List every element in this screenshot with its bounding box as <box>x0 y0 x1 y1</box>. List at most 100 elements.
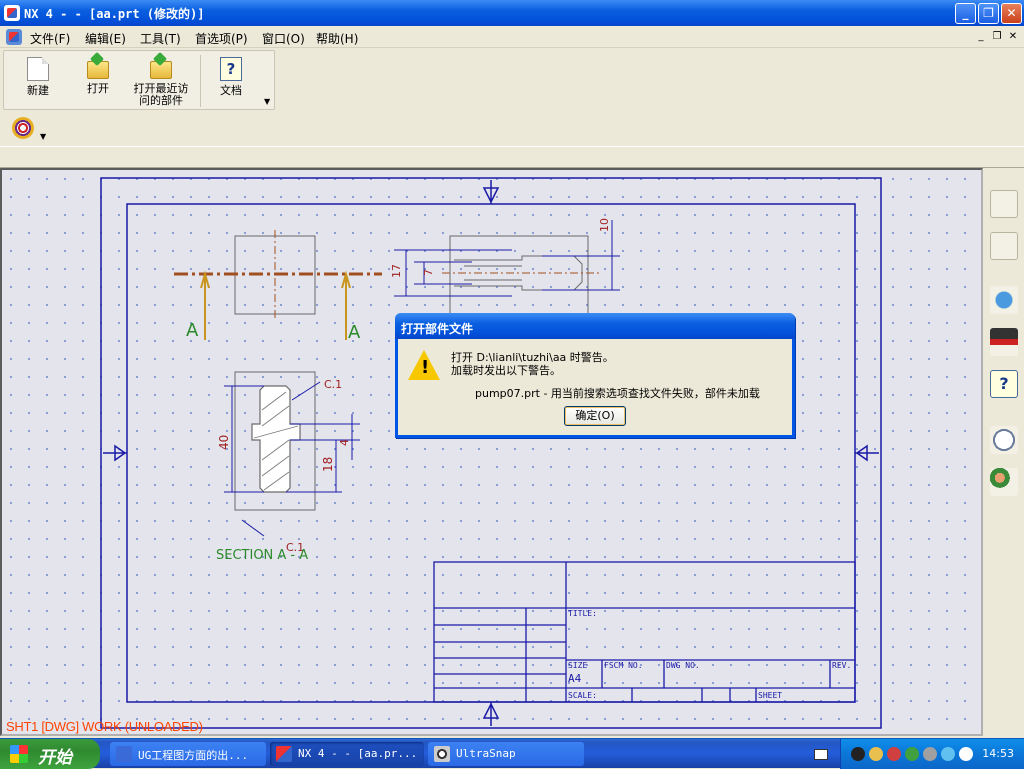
front-view: 17 7 10 <box>390 218 620 315</box>
drawing-sheet: TITLE: SIZE FSCM NO. DWG NO. REV. A 4 SCA… <box>100 177 882 729</box>
restore-button[interactable]: ❐ <box>978 3 999 24</box>
section-arrow-left-label: A <box>186 320 199 341</box>
menu-bar: 文件(F) 编辑(E) 工具(T) 首选项(P) 窗口(O) 帮助(H) _ ❐… <box>0 26 1024 48</box>
docs-label: 文档 <box>220 84 242 97</box>
toolbar-separator <box>200 55 201 107</box>
tb-scale-label: SCALE: <box>568 691 597 700</box>
doc-menu-icon[interactable] <box>6 29 22 45</box>
dim-40-label: 40 <box>217 435 231 450</box>
dialog-message-line2: 加载时发出以下警告。 <box>451 364 561 377</box>
center-mark-bottom <box>482 702 500 726</box>
menu-edit[interactable]: 编辑(E) <box>85 30 126 47</box>
windows-flag-icon <box>10 745 28 763</box>
task-nx4[interactable]: NX 4 - - [aa.pr... <box>270 742 424 766</box>
nx-app-icon[interactable] <box>4 5 20 21</box>
side-view: A A <box>174 230 382 343</box>
toolbar-dock-strip <box>0 146 1024 168</box>
close-button[interactable]: ✕ <box>1001 3 1022 24</box>
dim-17-label: 17 <box>390 264 403 278</box>
window-title: NX 4 - - [aa.prt (修改的)] <box>24 7 205 21</box>
recent-folder-icon <box>150 61 172 79</box>
toolbar-options-dropdown[interactable]: ▼ <box>264 97 270 106</box>
open-button[interactable]: 打开 <box>70 51 126 95</box>
start-button[interactable]: 开始 <box>0 739 100 769</box>
center-mark-left <box>103 444 127 462</box>
taskbar: 开始 UG工程图方面的出... NX 4 - - [aa.pr... Ultra… <box>0 738 1024 769</box>
tray-shield-icon[interactable] <box>923 747 937 761</box>
roles-icon[interactable] <box>990 468 1018 496</box>
menu-preferences[interactable]: 首选项(P) <box>195 30 248 47</box>
assembly-navigator-icon[interactable] <box>990 190 1018 218</box>
minimize-button[interactable]: _ <box>955 3 976 24</box>
tb-size-label: SIZE <box>568 661 587 670</box>
tray-user-icon[interactable] <box>869 747 883 761</box>
sheet-status: SHT1 [DWG] WORK (UNLOADED) <box>6 719 203 734</box>
tb-title-label: TITLE: <box>568 609 597 618</box>
dim-10-label: 10 <box>598 218 611 232</box>
documentation-button[interactable]: ? 文档 <box>204 51 258 97</box>
training-icon[interactable] <box>990 328 1018 356</box>
start-label: 开始 <box>38 748 72 767</box>
menu-file[interactable]: 文件(F) <box>30 30 70 47</box>
new-label: 新建 <box>27 84 49 97</box>
keyboard-icon[interactable] <box>814 749 828 760</box>
center-mark-right <box>855 444 879 462</box>
tb-sheet-label: SHEET <box>758 691 782 700</box>
system-tray: 14:53 <box>840 739 1024 769</box>
history-clock-icon[interactable] <box>990 426 1018 454</box>
help-icon[interactable]: ? <box>990 370 1018 398</box>
tray-ime-icon[interactable] <box>941 747 955 761</box>
open-folder-icon <box>87 61 109 79</box>
new-button[interactable]: 新建 <box>10 51 66 97</box>
inner-border <box>126 203 856 703</box>
task-ultrasnap[interactable]: UltraSnap <box>428 742 584 766</box>
tb-fscm-label: FSCM NO. <box>604 661 643 670</box>
task-ug-doc[interactable]: UG工程图方面的出... <box>110 742 266 766</box>
menu-tools[interactable]: 工具(T) <box>140 30 181 47</box>
open-part-warning-dialog: 打开部件文件 打开 D:\lianli\tuzhi\aa 时警告。 加载时发出以… <box>395 313 795 438</box>
tray-camera-icon[interactable] <box>851 747 865 761</box>
dim-18-label: 18 <box>321 457 335 472</box>
tray-network-icon[interactable] <box>905 747 919 761</box>
menu-help[interactable]: 帮助(H) <box>316 30 358 47</box>
open-label: 打开 <box>87 82 109 95</box>
dim-7-label: 7 <box>422 269 435 276</box>
task-label: UG工程图方面的出... <box>138 749 249 762</box>
center-mark-top <box>482 180 500 204</box>
toolbar-group: 新建 打开 打开最近访 问的部件 ? 文档 ▼ <box>3 50 275 110</box>
warning-icon <box>408 350 440 380</box>
menu-window[interactable]: 窗口(O) <box>262 30 305 47</box>
start-application-icon[interactable] <box>12 117 34 139</box>
open-recent-button[interactable]: 打开最近访 问的部件 <box>128 51 194 107</box>
tray-volume-icon[interactable] <box>959 747 973 761</box>
help-question-icon: ? <box>220 57 242 81</box>
new-file-icon <box>27 57 49 81</box>
graphics-window[interactable]: TITLE: SIZE FSCM NO. DWG NO. REV. A 4 SCA… <box>0 168 983 736</box>
nx-task-icon <box>276 746 292 762</box>
task-label: UltraSnap <box>456 747 516 760</box>
tray-audio-icon[interactable] <box>887 747 901 761</box>
web-browser-icon[interactable] <box>990 286 1018 314</box>
mdi-restore-button[interactable]: ❐ <box>990 31 1004 43</box>
task-label: NX 4 - - [aa.pr... <box>298 747 418 760</box>
clock[interactable]: 14:53 <box>982 747 1014 760</box>
chamfer-top-label: C.1 <box>324 378 342 391</box>
camera-icon <box>434 746 450 762</box>
dialog-title: 打开部件文件 <box>395 313 795 339</box>
application-dropdown[interactable]: ▼ <box>40 132 46 141</box>
recent-label-2: 问的部件 <box>139 94 183 107</box>
section-arrow-right-label: A <box>348 322 361 343</box>
title-block <box>433 561 856 703</box>
ok-button[interactable]: 确定(O) <box>564 406 626 426</box>
part-navigator-icon[interactable] <box>990 232 1018 260</box>
application-toolbar: ▼ <box>0 112 1024 146</box>
word-doc-icon <box>116 746 132 762</box>
tb-rev-label: REV. <box>832 661 851 670</box>
mdi-minimize-button[interactable]: _ <box>974 31 988 43</box>
resource-bar: ? <box>984 168 1024 736</box>
section-view: 40 18 4 C.1 C.1 SECTION A - A <box>216 371 360 563</box>
mdi-close-button[interactable]: ✕ <box>1006 31 1020 43</box>
standard-toolbar: 新建 打开 打开最近访 问的部件 ? 文档 ▼ <box>0 48 1024 112</box>
dim-4-label: 4 <box>338 439 351 446</box>
tb-dwg-label: DWG NO. <box>666 661 700 670</box>
